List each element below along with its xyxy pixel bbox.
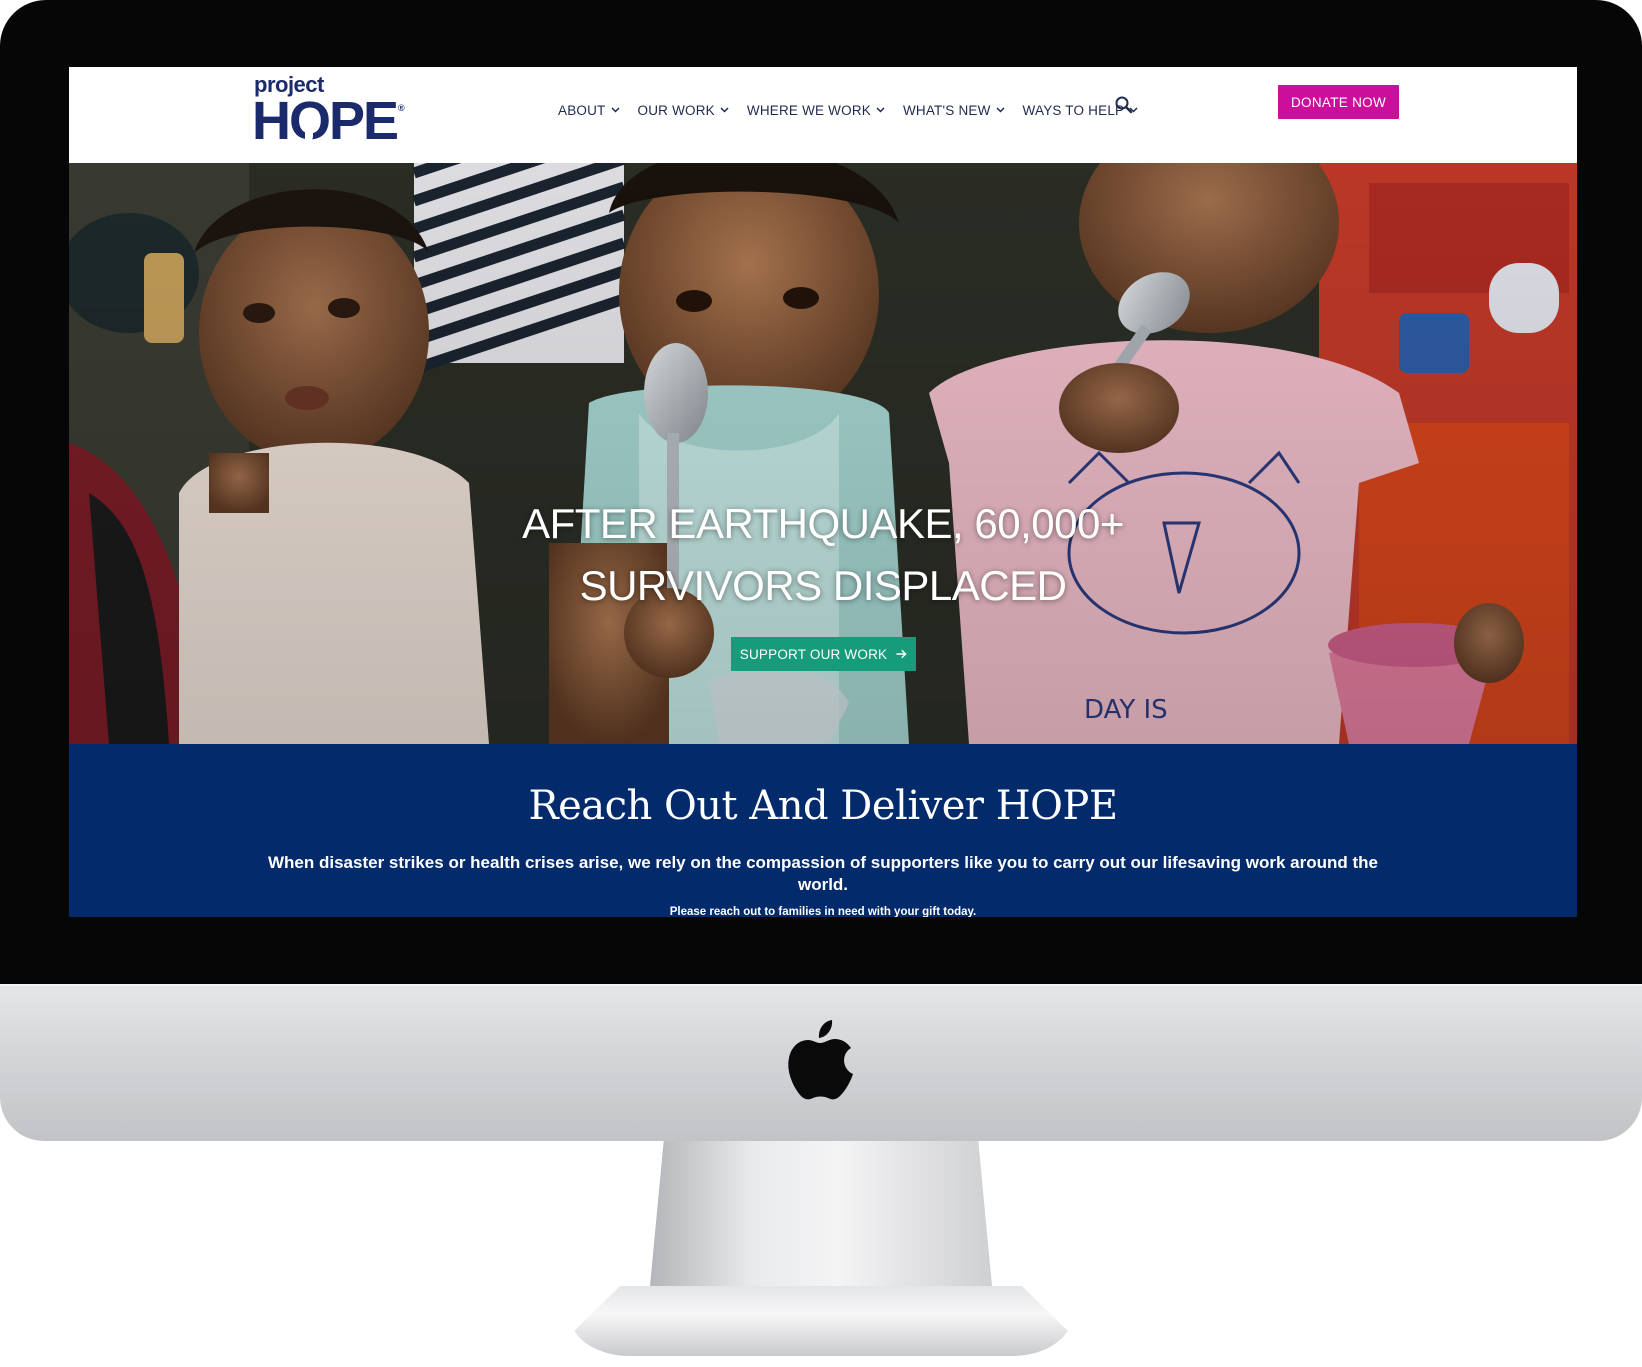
hero-headline-line1: AFTER EARTHQUAKE, 60,000+ <box>522 500 1124 547</box>
hand-icon <box>305 122 313 142</box>
appeal-heading: Reach Out And Deliver HOPE <box>528 783 1118 829</box>
project-hope-logo[interactable]: project HOPE ® <box>252 73 412 153</box>
nav-about-label: ABOUT <box>558 102 606 118</box>
search-icon[interactable] <box>1113 94 1135 116</box>
chevron-down-icon <box>876 107 885 113</box>
logo-trademark: ® <box>398 103 405 113</box>
site-header: project HOPE ® ABOUT OUR WORK WHERE WE W… <box>69 67 1577 163</box>
nav-our-work[interactable]: OUR WORK <box>638 103 729 118</box>
appeal-cta-text: Please reach out to families in need wit… <box>669 906 977 917</box>
hero-banner: DAY IS AFTER EARTHQUAKE, 60,000+ SURVIVO… <box>69 163 1577 744</box>
hero-headline-line2: SURVIVORS DISPLACED <box>579 562 1067 609</box>
chevron-down-icon <box>720 107 729 113</box>
appeal-section: Reach Out And Deliver HOPE When disaster… <box>69 744 1577 917</box>
apple-logo-icon <box>788 1020 853 1100</box>
imac-foot <box>570 1286 1072 1356</box>
nav-whats-new[interactable]: WHAT'S NEW <box>903 103 1005 118</box>
support-our-work-label: SUPPORT OUR WORK <box>739 646 888 662</box>
nav-ways-to-help-label: WAYS TO HELP <box>1022 102 1125 118</box>
logo-hope-text: HOPE <box>252 91 399 151</box>
chevron-down-icon <box>996 107 1005 113</box>
support-our-work-button[interactable]: SUPPORT OUR WORK <box>731 637 916 671</box>
nav-where-we-work-label: WHERE WE WORK <box>746 102 871 118</box>
imac-neck <box>650 1141 992 1286</box>
chevron-down-icon <box>610 107 620 113</box>
appeal-body-text: When disaster strikes or health crises a… <box>267 853 1379 894</box>
hero-headline: AFTER EARTHQUAKE, 60,000+ SURVIVORS DISP… <box>473 493 1173 617</box>
nav-our-work-label: OUR WORK <box>637 102 715 118</box>
browser-screen: project HOPE ® ABOUT OUR WORK WHERE WE W… <box>69 67 1577 917</box>
nav-where-we-work[interactable]: WHERE WE WORK <box>747 103 885 118</box>
nav-about[interactable]: ABOUT <box>558 103 620 118</box>
donate-now-button[interactable]: DONATE NOW <box>1278 85 1399 119</box>
arrow-right-icon <box>896 649 907 659</box>
nav-whats-new-label: WHAT'S NEW <box>902 102 991 118</box>
main-nav: ABOUT OUR WORK WHERE WE WORK WHAT'S NEW … <box>558 95 1156 125</box>
